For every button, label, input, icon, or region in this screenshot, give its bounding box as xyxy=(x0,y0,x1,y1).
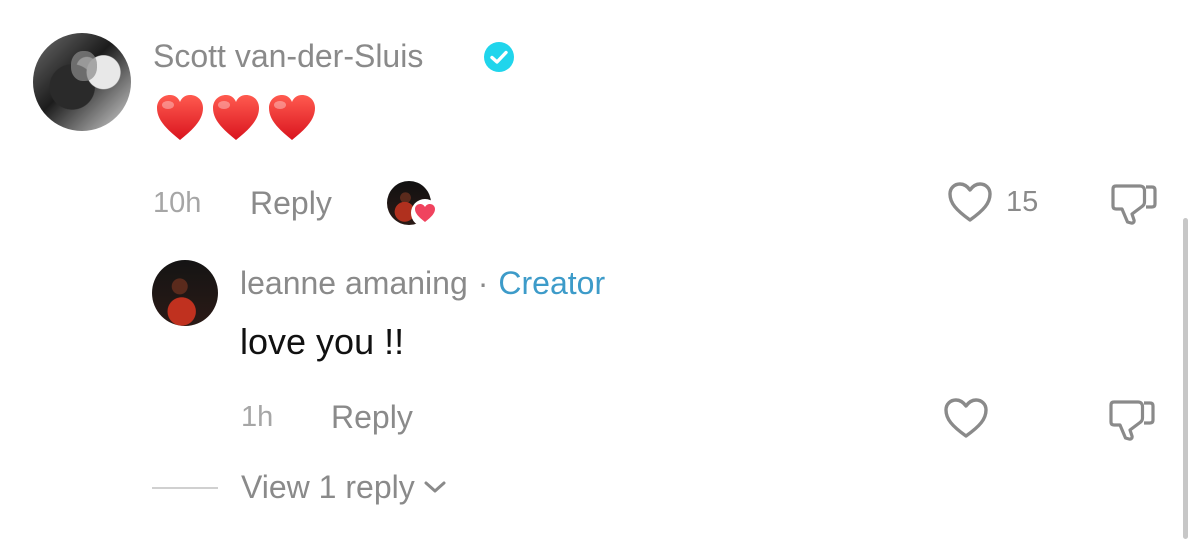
chevron-down-icon xyxy=(424,481,446,493)
comment-text xyxy=(155,94,317,142)
avatar[interactable] xyxy=(33,33,131,131)
red-heart-emoji-icon xyxy=(157,95,203,140)
thumbs-down-icon[interactable] xyxy=(1110,182,1158,226)
comment-author-name[interactable]: Scott van-der-Sluis xyxy=(153,40,423,72)
creator-liked-heart-icon xyxy=(411,199,439,227)
view-replies-button[interactable]: View 1 reply xyxy=(241,471,447,503)
like-heart-icon[interactable] xyxy=(943,397,989,439)
verified-badge-icon xyxy=(484,42,514,72)
comment-timestamp: 10h xyxy=(153,187,202,219)
reply-button[interactable]: Reply xyxy=(250,187,332,219)
red-heart-emoji-icon xyxy=(213,95,259,140)
like-heart-icon[interactable] xyxy=(947,181,993,223)
reply-timestamp: 1h xyxy=(241,401,274,433)
creator-badge: Creator xyxy=(498,265,606,301)
thread-divider xyxy=(152,487,218,489)
separator-dot: · xyxy=(477,265,489,301)
scrollbar[interactable] xyxy=(1183,218,1188,539)
reply-author-name[interactable]: leanne amaning xyxy=(240,267,468,299)
thumbs-down-icon[interactable] xyxy=(1108,398,1156,442)
reply-avatar[interactable] xyxy=(152,260,218,326)
like-count: 15 xyxy=(1006,186,1039,218)
reply-text: love you !! xyxy=(240,321,405,362)
view-replies-label[interactable]: View 1 reply xyxy=(241,471,415,503)
reply-header: leanne amaning · Creator xyxy=(240,267,605,299)
reply-to-reply-button[interactable]: Reply xyxy=(331,401,413,433)
red-heart-emoji-icon xyxy=(269,95,315,140)
